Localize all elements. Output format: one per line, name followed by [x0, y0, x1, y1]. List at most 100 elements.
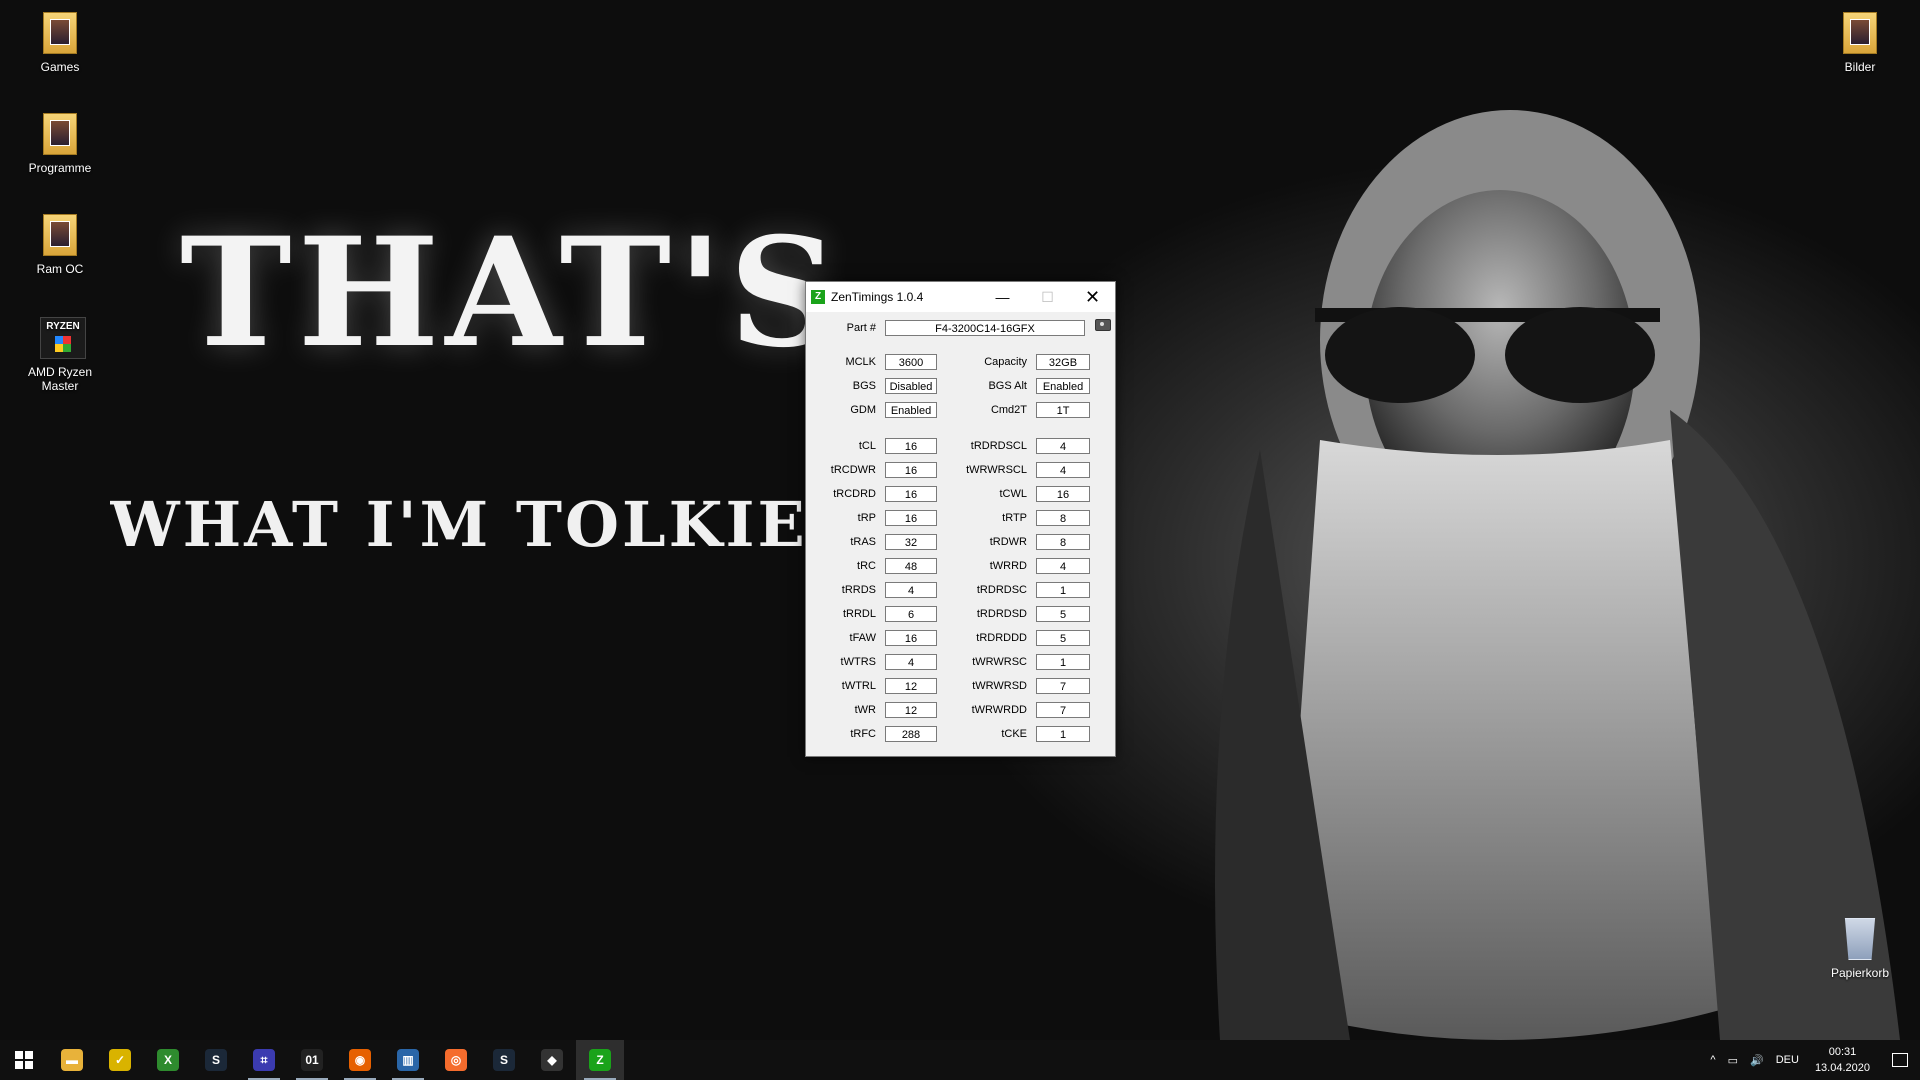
- timing-label: tFAW: [849, 632, 876, 644]
- taskbar: ▬ ✓ X S ⌗ 01 ◉ ▥ ◎ S ◆ Z ^ ▭ 🔊 DEU 00:31 13.04.2020: [0, 1040, 1920, 1080]
- timing-value[interactable]: 16: [885, 630, 937, 646]
- part-number-label: Part #: [846, 322, 876, 334]
- desktop-icon-games[interactable]: Games: [10, 12, 110, 74]
- folder-icon: [1843, 12, 1877, 54]
- taskbar-app-button[interactable]: S: [192, 1040, 240, 1080]
- timing-label: tRFC: [850, 728, 876, 740]
- timing-label: tRDRDSD: [976, 608, 1027, 620]
- part-number-value[interactable]: F4-3200C14-16GFX: [885, 320, 1085, 336]
- timing-value[interactable]: 7: [1036, 702, 1090, 718]
- timing-value[interactable]: 4: [1036, 558, 1090, 574]
- timing-value[interactable]: 3600: [885, 354, 937, 370]
- desktop-icon-label: Papierkorb: [1830, 966, 1890, 980]
- tray-chevron-icon[interactable]: ^: [1704, 1054, 1721, 1066]
- volume-icon[interactable]: 🔊: [1744, 1054, 1770, 1067]
- timing-label: tCWL: [999, 488, 1028, 500]
- timing-value[interactable]: Enabled: [885, 402, 937, 418]
- desktop-icon-label: Bilder: [1844, 60, 1876, 74]
- timing-value[interactable]: 1T: [1036, 402, 1090, 418]
- timing-label: Capacity: [984, 356, 1027, 368]
- taskbar-app-button[interactable]: Z: [576, 1040, 624, 1080]
- timing-row: tCL 16 tRDRDSCL 4: [806, 437, 1090, 455]
- close-button[interactable]: ✕: [1070, 282, 1115, 312]
- taskbar-app-button[interactable]: ◎: [432, 1040, 480, 1080]
- timing-row: tRFC 288 tCKE 1: [806, 725, 1090, 743]
- zentimings-app-icon: Z: [811, 290, 825, 304]
- clock[interactable]: 00:31 13.04.2020: [1805, 1044, 1880, 1076]
- timing-value[interactable]: 4: [1036, 462, 1090, 478]
- timing-value[interactable]: 12: [885, 702, 937, 718]
- taskbar-app-button[interactable]: 01: [288, 1040, 336, 1080]
- timing-value[interactable]: 16: [885, 510, 937, 526]
- window-title: ZenTimings 1.0.4: [831, 290, 924, 304]
- timing-value[interactable]: Disabled: [885, 378, 937, 394]
- timing-value[interactable]: 288: [885, 726, 937, 742]
- taskbar-app-button[interactable]: ▥: [384, 1040, 432, 1080]
- amd-app-icon: ◆: [541, 1049, 563, 1071]
- taskbar-app-button[interactable]: S: [480, 1040, 528, 1080]
- timing-value[interactable]: 16: [885, 438, 937, 454]
- desktop-icon-programme[interactable]: Programme: [10, 113, 110, 175]
- timing-value[interactable]: 16: [885, 486, 937, 502]
- timing-label: tWRWRSC: [972, 656, 1027, 668]
- timing-value[interactable]: 1: [1036, 654, 1090, 670]
- timing-value[interactable]: 7: [1036, 678, 1090, 694]
- timing-value[interactable]: 4: [1036, 438, 1090, 454]
- window-titlebar[interactable]: Z ZenTimings 1.0.4 — ☐ ✕: [806, 282, 1115, 312]
- start-button[interactable]: [0, 1040, 48, 1080]
- timing-value[interactable]: 48: [885, 558, 937, 574]
- timing-label: tRC: [857, 560, 876, 572]
- timing-label: tRP: [857, 512, 876, 524]
- timing-value[interactable]: 5: [1036, 630, 1090, 646]
- timing-label: tRCDRD: [833, 488, 876, 500]
- timing-value[interactable]: 5: [1036, 606, 1090, 622]
- timing-value[interactable]: Enabled: [1036, 378, 1090, 394]
- desktop-icon-label: Programme: [28, 161, 92, 175]
- desktop-icon-papierkorb[interactable]: Papierkorb: [1810, 918, 1910, 980]
- language-indicator[interactable]: DEU: [1770, 1054, 1805, 1066]
- timing-label: tWRWRDD: [971, 704, 1027, 716]
- timing-label: tRAS: [850, 536, 876, 548]
- timing-value[interactable]: 32: [885, 534, 937, 550]
- timing-value[interactable]: 8: [1036, 534, 1090, 550]
- taskbar-app-button[interactable]: ▬: [48, 1040, 96, 1080]
- taskbar-app-button[interactable]: X: [144, 1040, 192, 1080]
- timing-value[interactable]: 8: [1036, 510, 1090, 526]
- network-icon[interactable]: ▭: [1722, 1054, 1744, 1067]
- windows-start-icon: [15, 1051, 33, 1069]
- minimize-button[interactable]: —: [980, 282, 1025, 312]
- timing-label: BGS Alt: [988, 380, 1027, 392]
- timing-row: BGS Disabled BGS Alt Enabled: [806, 377, 1090, 395]
- timing-row: tRAS 32 tRDWR 8: [806, 533, 1090, 551]
- memory-app-icon: ▥: [397, 1049, 419, 1071]
- cpu-app-icon: ⌗: [253, 1049, 275, 1071]
- timing-value[interactable]: 16: [885, 462, 937, 478]
- timing-value[interactable]: 32GB: [1036, 354, 1090, 370]
- notification-center-button[interactable]: [1880, 1040, 1920, 1080]
- timing-value[interactable]: 16: [1036, 486, 1090, 502]
- timing-value[interactable]: 12: [885, 678, 937, 694]
- taskbar-app-button[interactable]: ⌗: [240, 1040, 288, 1080]
- timing-row: tWTRS 4 tWRWRSC 1: [806, 653, 1090, 671]
- timing-value[interactable]: 4: [885, 582, 937, 598]
- timing-row: tRCDRD 16 tCWL 16: [806, 485, 1090, 503]
- timing-label: BGS: [852, 380, 876, 392]
- timing-value[interactable]: 1: [1036, 726, 1090, 742]
- timing-value[interactable]: 1: [1036, 582, 1090, 598]
- timing-row: tWR 12 tWRWRDD 7: [806, 701, 1090, 719]
- xbox-icon: X: [157, 1049, 179, 1071]
- desktop-icon-amd-ryzen-master[interactable]: RYZEN AMD Ryzen Master: [10, 317, 110, 393]
- timing-label: tWRWRSCL: [966, 464, 1027, 476]
- taskbar-app-button[interactable]: ◉: [336, 1040, 384, 1080]
- timing-value[interactable]: 6: [885, 606, 937, 622]
- maximize-button[interactable]: ☐: [1025, 282, 1070, 312]
- desktop-icon-ram-oc[interactable]: Ram OC: [10, 214, 110, 276]
- timing-label: tWTRS: [840, 656, 876, 668]
- system-tray: ^ ▭ 🔊 DEU 00:31 13.04.2020: [1704, 1040, 1920, 1080]
- desktop-icon-bilder[interactable]: Bilder: [1810, 12, 1910, 74]
- folder-icon: [43, 214, 77, 256]
- taskbar-app-button[interactable]: ◆: [528, 1040, 576, 1080]
- screenshot-camera-icon[interactable]: [1095, 319, 1111, 331]
- timing-value[interactable]: 4: [885, 654, 937, 670]
- taskbar-app-button[interactable]: ✓: [96, 1040, 144, 1080]
